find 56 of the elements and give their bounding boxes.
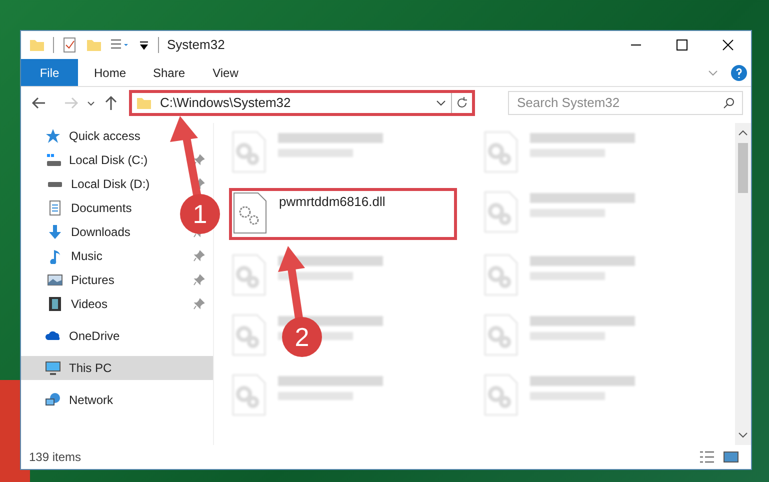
file-icon	[232, 374, 266, 416]
scroll-thumb[interactable]	[738, 143, 748, 193]
drive-icon	[48, 182, 62, 186]
monitor-icon	[45, 360, 61, 376]
folder-icon	[136, 95, 152, 111]
sidebar-item[interactable]: Documents	[21, 196, 177, 220]
music-note-icon	[47, 248, 63, 264]
search-field[interactable]: Search System32	[508, 90, 743, 115]
sidebar-item[interactable]: This PC	[21, 356, 213, 380]
picture-icon	[47, 272, 63, 288]
properties-icon	[62, 37, 78, 53]
ribbon-tab[interactable]: View	[196, 59, 255, 86]
search-icon	[723, 96, 735, 109]
sidebar-item[interactable]: Pictures	[21, 268, 177, 292]
download-arrow-icon	[47, 224, 63, 240]
pin-icon	[193, 250, 205, 262]
file-icon	[484, 191, 518, 233]
ribbon-tab[interactable]: Share	[137, 59, 196, 86]
sidebar-item[interactable]: Music	[21, 244, 177, 268]
file-icon	[232, 131, 266, 173]
file-icon	[484, 314, 518, 356]
pin-icon	[193, 298, 205, 310]
file-icon	[233, 192, 267, 234]
sidebar-item[interactable]: Quick access	[21, 124, 213, 148]
ribbon-tab[interactable]: File	[21, 59, 78, 86]
file-icon	[484, 374, 518, 416]
large-icons-view-icon[interactable]	[723, 449, 739, 465]
item-count: 139 items	[29, 449, 82, 466]
scrollbar[interactable]	[735, 123, 751, 445]
sidebar-item[interactable]: Videos	[21, 292, 177, 316]
file-icon	[484, 131, 518, 173]
details-view-icon[interactable]	[699, 449, 715, 465]
file-item[interactable]: pwmrtddm6816.dll	[229, 188, 457, 240]
star-icon	[45, 128, 61, 144]
network-globe-icon	[45, 392, 61, 408]
folder-icon	[29, 37, 45, 53]
address-path: C:\Windows\System32	[160, 94, 292, 112]
file-icon	[484, 254, 518, 296]
caret-icon[interactable]	[138, 39, 150, 51]
sidebar-item[interactable]: Downloads	[21, 220, 177, 244]
window-title: System32	[167, 36, 225, 54]
file-icon	[232, 254, 266, 296]
sidebar-item[interactable]: Network	[21, 388, 213, 412]
pin-icon	[193, 154, 205, 166]
sidebar-item[interactable]: OneDrive	[21, 324, 213, 348]
drive-icon	[47, 154, 61, 166]
file-icon	[232, 314, 266, 356]
sidebar-item[interactable]: Local Disk (C:)	[21, 148, 177, 172]
help-icon[interactable]	[731, 64, 747, 80]
sidebar-item[interactable]: Local Disk (D:)	[21, 172, 177, 196]
ribbon-tab[interactable]: Home	[78, 59, 137, 86]
document-icon	[47, 200, 63, 216]
film-icon	[47, 296, 63, 312]
address-bar[interactable]: C:\Windows\System32	[129, 90, 475, 116]
folder-icon	[86, 37, 102, 53]
pin-icon	[193, 274, 205, 286]
